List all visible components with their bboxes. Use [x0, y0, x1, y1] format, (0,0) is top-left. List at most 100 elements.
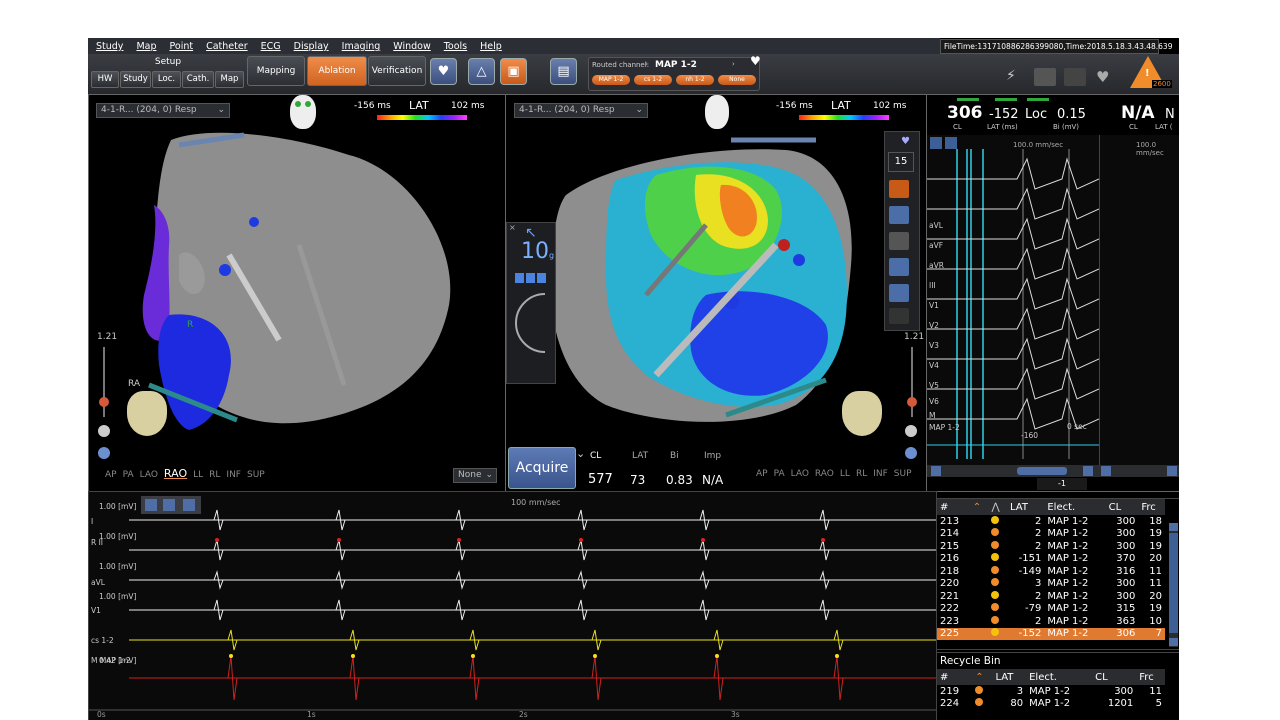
- setup-loc-button[interactable]: Loc.: [152, 71, 181, 88]
- patch-icon[interactable]: [1064, 68, 1086, 86]
- scroll-left-icon[interactable]: [1101, 466, 1111, 476]
- view-ap[interactable]: AP: [105, 470, 117, 480]
- col-lat[interactable]: LAT: [992, 669, 1027, 685]
- col-frc[interactable]: Frc: [1136, 669, 1165, 685]
- record-icon[interactable]: [889, 284, 909, 302]
- view-sup[interactable]: SUP: [894, 469, 912, 479]
- signal-scrollbar[interactable]: [927, 465, 1099, 477]
- heart-icon[interactable]: ♥: [750, 54, 761, 68]
- table-row[interactable]: 214 2 MAP 1-2 300 19: [937, 528, 1165, 541]
- sort-asc-icon[interactable]: ⌃: [969, 499, 989, 515]
- heart-icon[interactable]: ♥: [901, 136, 910, 147]
- mapping-mode-button[interactable]: Mapping: [247, 56, 305, 86]
- scroll-left-icon[interactable]: [931, 466, 941, 476]
- zoom-slider-thumb[interactable]: [99, 397, 109, 407]
- scroll-up-icon[interactable]: [1169, 523, 1178, 531]
- grid-icon[interactable]: [889, 180, 909, 198]
- scroll-right-icon[interactable]: [1167, 466, 1177, 476]
- heart-mark-icon[interactable]: [889, 308, 909, 324]
- col-cl[interactable]: CL: [1105, 499, 1139, 515]
- setup-map-button[interactable]: Map: [215, 71, 244, 88]
- table-row[interactable]: 222 -79 MAP 1-2 315 19: [937, 603, 1165, 616]
- col-elect[interactable]: Elect.: [1044, 499, 1106, 515]
- view-ap[interactable]: AP: [756, 469, 768, 479]
- table-row[interactable]: 219 3 MAP 1-2 300 11: [937, 685, 1165, 698]
- table-row[interactable]: 225 -152 MAP 1-2 306 7: [937, 627, 1165, 640]
- col-elect[interactable]: Elect.: [1026, 669, 1093, 685]
- view-toggle-icon[interactable]: [905, 425, 917, 437]
- rotate-icon[interactable]: [98, 447, 110, 459]
- menu-ecg[interactable]: ECG: [261, 41, 281, 52]
- menu-map[interactable]: Map: [136, 41, 156, 52]
- menu-imaging[interactable]: Imaging: [342, 41, 381, 52]
- view-rao[interactable]: RAO: [164, 467, 187, 480]
- zoom-in-icon[interactable]: [930, 137, 942, 149]
- setup-hw-button[interactable]: HW: [91, 71, 119, 88]
- zoom-slider-thumb[interactable]: [907, 397, 917, 407]
- zoom-out-icon[interactable]: [945, 137, 957, 149]
- points-scrollbar[interactable]: [1169, 523, 1178, 647]
- table-row[interactable]: 224 80 MAP 1-2 1201 5: [937, 698, 1165, 711]
- view-ll[interactable]: LL: [840, 469, 850, 479]
- col-frc[interactable]: Frc: [1138, 499, 1165, 515]
- routed-next-icon[interactable]: ›: [732, 60, 735, 68]
- view-rl[interactable]: RL: [209, 470, 220, 480]
- bell-icon[interactable]: △: [468, 58, 495, 85]
- scroll-thumb[interactable]: [1017, 467, 1067, 475]
- view-rl[interactable]: RL: [856, 469, 867, 479]
- projector-icon[interactable]: ▣: [500, 58, 527, 85]
- workstation-icon[interactable]: [1034, 68, 1056, 86]
- view-pa[interactable]: PA: [774, 469, 785, 479]
- heart-status-icon[interactable]: ♥: [1096, 68, 1118, 86]
- setup-study-button[interactable]: Study: [120, 71, 151, 88]
- shadow-icon[interactable]: [889, 232, 909, 250]
- table-row[interactable]: 221 2 MAP 1-2 300 20: [937, 590, 1165, 603]
- view-ll[interactable]: LL: [193, 470, 203, 480]
- view-inf[interactable]: INF: [226, 470, 241, 480]
- heart-orientation-icon[interactable]: [127, 391, 167, 436]
- menu-window[interactable]: Window: [393, 41, 430, 52]
- cable-icon[interactable]: ⚡: [1006, 68, 1028, 86]
- heart-orientation-icon[interactable]: [842, 391, 882, 436]
- routed-chip-cs[interactable]: cs 1-2: [634, 75, 672, 85]
- ablation-mode-button[interactable]: Ablation: [307, 56, 367, 86]
- view-inf[interactable]: INF: [873, 469, 888, 479]
- routed-prev-icon[interactable]: ‹: [645, 60, 648, 68]
- signal-nav[interactable]: -1: [1037, 478, 1087, 490]
- routed-chip-nh[interactable]: nh 1-2: [676, 75, 714, 85]
- menu-study[interactable]: Study: [96, 41, 123, 52]
- view-rao[interactable]: RAO: [815, 469, 834, 479]
- lungs-icon[interactable]: ⋀: [988, 499, 1007, 515]
- menu-display[interactable]: Display: [294, 41, 329, 52]
- ecg-strip[interactable]: 100 mm/sec I 1.00 [mV] R II 1.00 [mV] aV…: [88, 491, 937, 720]
- scroll-right-icon[interactable]: [1083, 466, 1093, 476]
- signal-scrollbar-b[interactable]: [1099, 465, 1179, 477]
- menu-help[interactable]: Help: [480, 41, 502, 52]
- verification-mode-button[interactable]: Verification: [368, 56, 426, 86]
- menu-point[interactable]: Point: [170, 41, 194, 52]
- rotate-icon[interactable]: [905, 447, 917, 459]
- table-row[interactable]: 223 2 MAP 1-2 363 10: [937, 615, 1165, 628]
- table-row[interactable]: 216 -151 MAP 1-2 370 20: [937, 553, 1165, 566]
- menu-tools[interactable]: Tools: [444, 41, 467, 52]
- monitor-icon[interactable]: ▤: [550, 58, 577, 85]
- view-toggle-icon[interactable]: [98, 425, 110, 437]
- table-row[interactable]: 220 3 MAP 1-2 300 11: [937, 578, 1165, 591]
- left-map-view[interactable]: 4-1-R... (204, 0) Resp ⌄ -156 ms LAT 102 …: [88, 94, 506, 492]
- routed-chip-map[interactable]: MAP 1-2: [592, 75, 630, 85]
- menu-catheter[interactable]: Catheter: [206, 41, 248, 52]
- col-lat[interactable]: LAT: [1006, 499, 1045, 515]
- scroll-down-icon[interactable]: [1169, 638, 1178, 646]
- acquire-dropdown-icon[interactable]: ⌄: [576, 447, 585, 460]
- point-size-value[interactable]: 15: [888, 152, 914, 172]
- table-row[interactable]: 215 2 MAP 1-2 300 19: [937, 540, 1165, 553]
- view-pa[interactable]: PA: [123, 470, 134, 480]
- view-lao[interactable]: LAO: [791, 469, 809, 479]
- signal-traces-b[interactable]: 100.0 mm/sec: [1099, 135, 1179, 465]
- view-sup[interactable]: SUP: [247, 470, 265, 480]
- col-cl[interactable]: CL: [1092, 669, 1137, 685]
- routed-chip-none[interactable]: None: [718, 75, 756, 85]
- table-row[interactable]: 218 -149 MAP 1-2 316 11: [937, 565, 1165, 578]
- col-number[interactable]: #: [937, 669, 973, 685]
- close-icon[interactable]: ×: [509, 223, 516, 232]
